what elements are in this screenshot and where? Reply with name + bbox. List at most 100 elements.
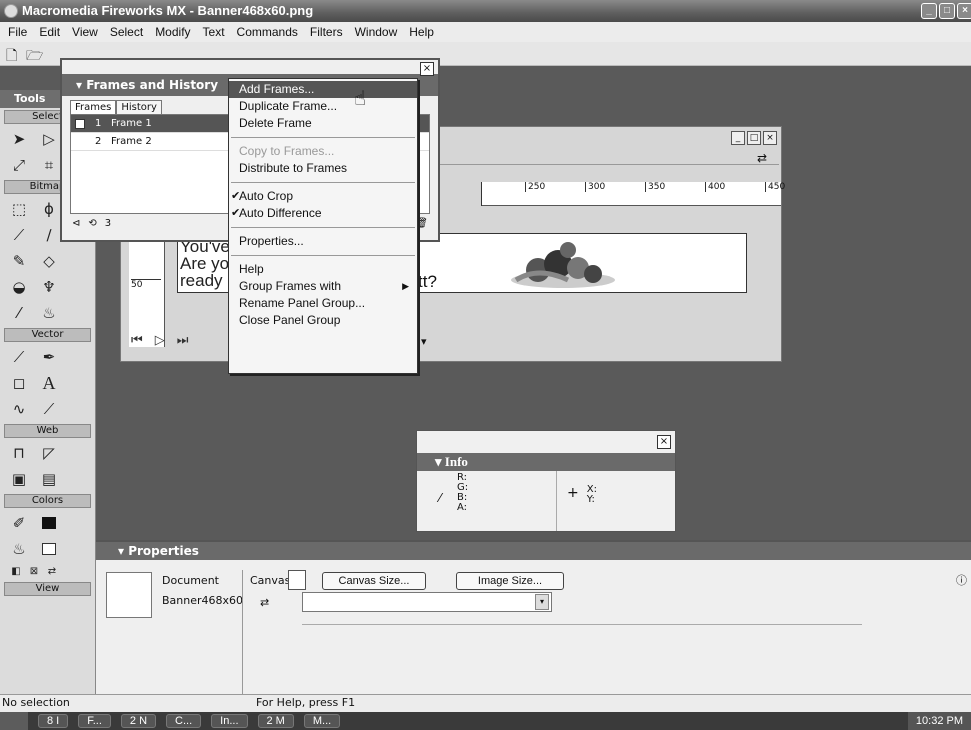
menu-modify[interactable]: Modify bbox=[149, 25, 196, 39]
menu-item-properties[interactable]: Properties... bbox=[229, 233, 417, 250]
system-clock: 10:32 PM bbox=[907, 712, 971, 730]
help-icon[interactable]: ⓘ bbox=[956, 572, 967, 588]
panel-options-menu: Add Frames... Duplicate Frame... Delete … bbox=[228, 78, 418, 374]
gif-loop-icon[interactable]: ⟲ bbox=[88, 218, 96, 229]
lasso-tool-icon[interactable]: ϕ bbox=[38, 198, 60, 220]
canvas-size-button[interactable]: Canvas Size... bbox=[322, 572, 426, 590]
menu-item-auto-crop[interactable]: ✔ Auto Crop bbox=[229, 188, 417, 205]
open-folder-icon[interactable]: 🗁 bbox=[26, 45, 43, 69]
tab-history[interactable]: History bbox=[116, 100, 162, 114]
frame-playback-controls: ⏮ ▷ ⏭ bbox=[131, 333, 188, 348]
menu-item-distribute-to-frames[interactable]: Distribute to Frames bbox=[229, 160, 417, 177]
pointer-tool-icon[interactable]: ➤ bbox=[8, 128, 30, 150]
taskbar-item[interactable]: M... bbox=[303, 714, 341, 728]
ruler-tick-400: 400 bbox=[705, 182, 725, 192]
first-frame-icon[interactable]: ⏮ bbox=[131, 333, 143, 348]
crop-tool-icon[interactable]: ⌗ bbox=[38, 154, 60, 176]
minimize-button[interactable]: _ bbox=[921, 3, 937, 19]
rectangle-tool-icon[interactable]: ◻ bbox=[8, 372, 30, 394]
menu-item-add-frames[interactable]: Add Frames... bbox=[229, 81, 417, 98]
line-tool-icon[interactable]: ⟋ bbox=[8, 346, 30, 368]
frame-visibility-checkbox[interactable] bbox=[75, 118, 85, 129]
taskbar-item[interactable]: In... bbox=[211, 714, 248, 728]
menu-window[interactable]: Window bbox=[349, 25, 404, 39]
menu-item-rename-panel-group[interactable]: Rename Panel Group... bbox=[229, 295, 417, 312]
canvas-select-dropdown[interactable]: ▾ bbox=[302, 592, 552, 612]
menu-item-auto-difference[interactable]: ✔ Auto Difference bbox=[229, 205, 417, 222]
last-frame-icon[interactable]: ⏭ bbox=[177, 333, 189, 348]
hide-slices-icon[interactable]: ▣ bbox=[8, 468, 30, 490]
tab-frames[interactable]: Frames bbox=[70, 100, 117, 114]
rubber-stamp-icon[interactable]: ♆ bbox=[38, 276, 60, 298]
paint-bucket-icon[interactable]: ♨ bbox=[38, 302, 60, 324]
vegetables-image bbox=[511, 242, 615, 288]
mouse-cursor-icon: ☝ bbox=[354, 86, 367, 110]
ruler-tick-250: 250 bbox=[525, 182, 545, 192]
pen-tool-icon[interactable]: ✒ bbox=[38, 346, 60, 368]
default-colors-icon[interactable]: ◧ bbox=[8, 564, 24, 578]
doc-minimize-button[interactable]: _ bbox=[731, 131, 745, 145]
close-window-button[interactable]: × bbox=[957, 3, 971, 19]
tools-section-view: View bbox=[4, 582, 91, 596]
animation-icon: ⇄ bbox=[260, 596, 270, 609]
image-size-button[interactable]: Image Size... bbox=[456, 572, 564, 590]
doc-restore-button[interactable]: □ bbox=[747, 131, 761, 145]
menu-item-delete-frame[interactable]: Delete Frame bbox=[229, 115, 417, 132]
menu-commands[interactable]: Commands bbox=[231, 25, 304, 39]
stroke-color-icon[interactable]: ✐ bbox=[8, 512, 30, 534]
menu-help[interactable]: Help bbox=[403, 25, 440, 39]
menu-item-help[interactable]: Help bbox=[229, 261, 417, 278]
scale-tool-icon[interactable]: ⤢ bbox=[8, 154, 30, 176]
freeform-tool-icon[interactable]: ∿ bbox=[8, 398, 30, 420]
slice-tool-icon[interactable]: ◸ bbox=[38, 442, 60, 464]
document-name: Banner468x60 bbox=[162, 594, 244, 607]
hotspot-tool-icon[interactable]: ⊓ bbox=[8, 442, 30, 464]
taskbar-item[interactable]: 8 I bbox=[38, 714, 69, 728]
brush-tool-icon[interactable]: ∕ bbox=[38, 224, 60, 246]
onion-skinning-icon[interactable]: ⊲ bbox=[72, 218, 80, 229]
restore-button[interactable]: □ bbox=[939, 3, 955, 19]
eyedropper-tool-icon[interactable]: ⁄ bbox=[8, 302, 30, 324]
frames-panel-close-icon[interactable]: × bbox=[420, 62, 434, 76]
new-document-icon[interactable]: 🗋 bbox=[6, 45, 17, 69]
fill-swatch[interactable] bbox=[38, 538, 60, 560]
menu-item-close-panel-group[interactable]: Close Panel Group bbox=[229, 312, 417, 329]
eraser-tool-icon[interactable]: ◇ bbox=[38, 250, 60, 272]
start-button[interactable] bbox=[0, 712, 28, 730]
tools-section-web: Web bbox=[4, 424, 91, 438]
horizontal-ruler: 250 300 350 400 450 bbox=[481, 182, 785, 206]
taskbar-item[interactable]: 2 M bbox=[257, 714, 294, 728]
menu-text[interactable]: Text bbox=[197, 25, 231, 39]
position-readout: + X: Y: bbox=[557, 471, 597, 531]
onion-skin-icon[interactable]: ⇄ bbox=[757, 151, 767, 165]
ruler-tick-350: 350 bbox=[645, 182, 665, 192]
menu-filters[interactable]: Filters bbox=[304, 25, 349, 39]
play-icon[interactable]: ▷ bbox=[155, 333, 165, 348]
menu-file[interactable]: File bbox=[2, 25, 33, 39]
knife-tool-icon[interactable]: ⟋ bbox=[38, 398, 60, 420]
pencil-tool-icon[interactable]: ✎ bbox=[8, 250, 30, 272]
marquee-tool-icon[interactable]: ⬚ bbox=[8, 198, 30, 220]
taskbar-item[interactable]: F... bbox=[78, 714, 111, 728]
submenu-arrow-icon: ▶ bbox=[402, 281, 409, 291]
blur-tool-icon[interactable]: ◒ bbox=[8, 276, 30, 298]
fill-bucket-icon[interactable]: ♨ bbox=[8, 538, 30, 560]
menu-edit[interactable]: Edit bbox=[33, 25, 66, 39]
text-tool-icon[interactable]: A bbox=[38, 372, 60, 394]
magic-wand-icon[interactable]: ⟋ bbox=[8, 224, 30, 246]
no-color-icon[interactable]: ⊠ bbox=[26, 564, 42, 578]
properties-panel: ▾ Properties Document Banner468x60 Canva… bbox=[96, 540, 971, 720]
menu-view[interactable]: View bbox=[66, 25, 104, 39]
info-panel-close-icon[interactable]: × bbox=[657, 435, 671, 449]
taskbar-item[interactable]: 2 N bbox=[120, 714, 157, 728]
menu-item-group-frames-with[interactable]: Group Frames with ▶ bbox=[229, 278, 417, 295]
taskbar-item[interactable]: C... bbox=[166, 714, 202, 728]
canvas-color-swatch[interactable] bbox=[288, 570, 306, 590]
swap-colors-icon[interactable]: ⇄ bbox=[44, 564, 60, 578]
menu-select[interactable]: Select bbox=[104, 25, 149, 39]
subselect-tool-icon[interactable]: ▷ bbox=[38, 128, 60, 150]
menu-item-duplicate-frame[interactable]: Duplicate Frame... bbox=[229, 98, 417, 115]
doc-close-button[interactable]: × bbox=[763, 131, 777, 145]
stroke-swatch[interactable] bbox=[38, 512, 60, 534]
show-slices-icon[interactable]: ▤ bbox=[38, 468, 60, 490]
